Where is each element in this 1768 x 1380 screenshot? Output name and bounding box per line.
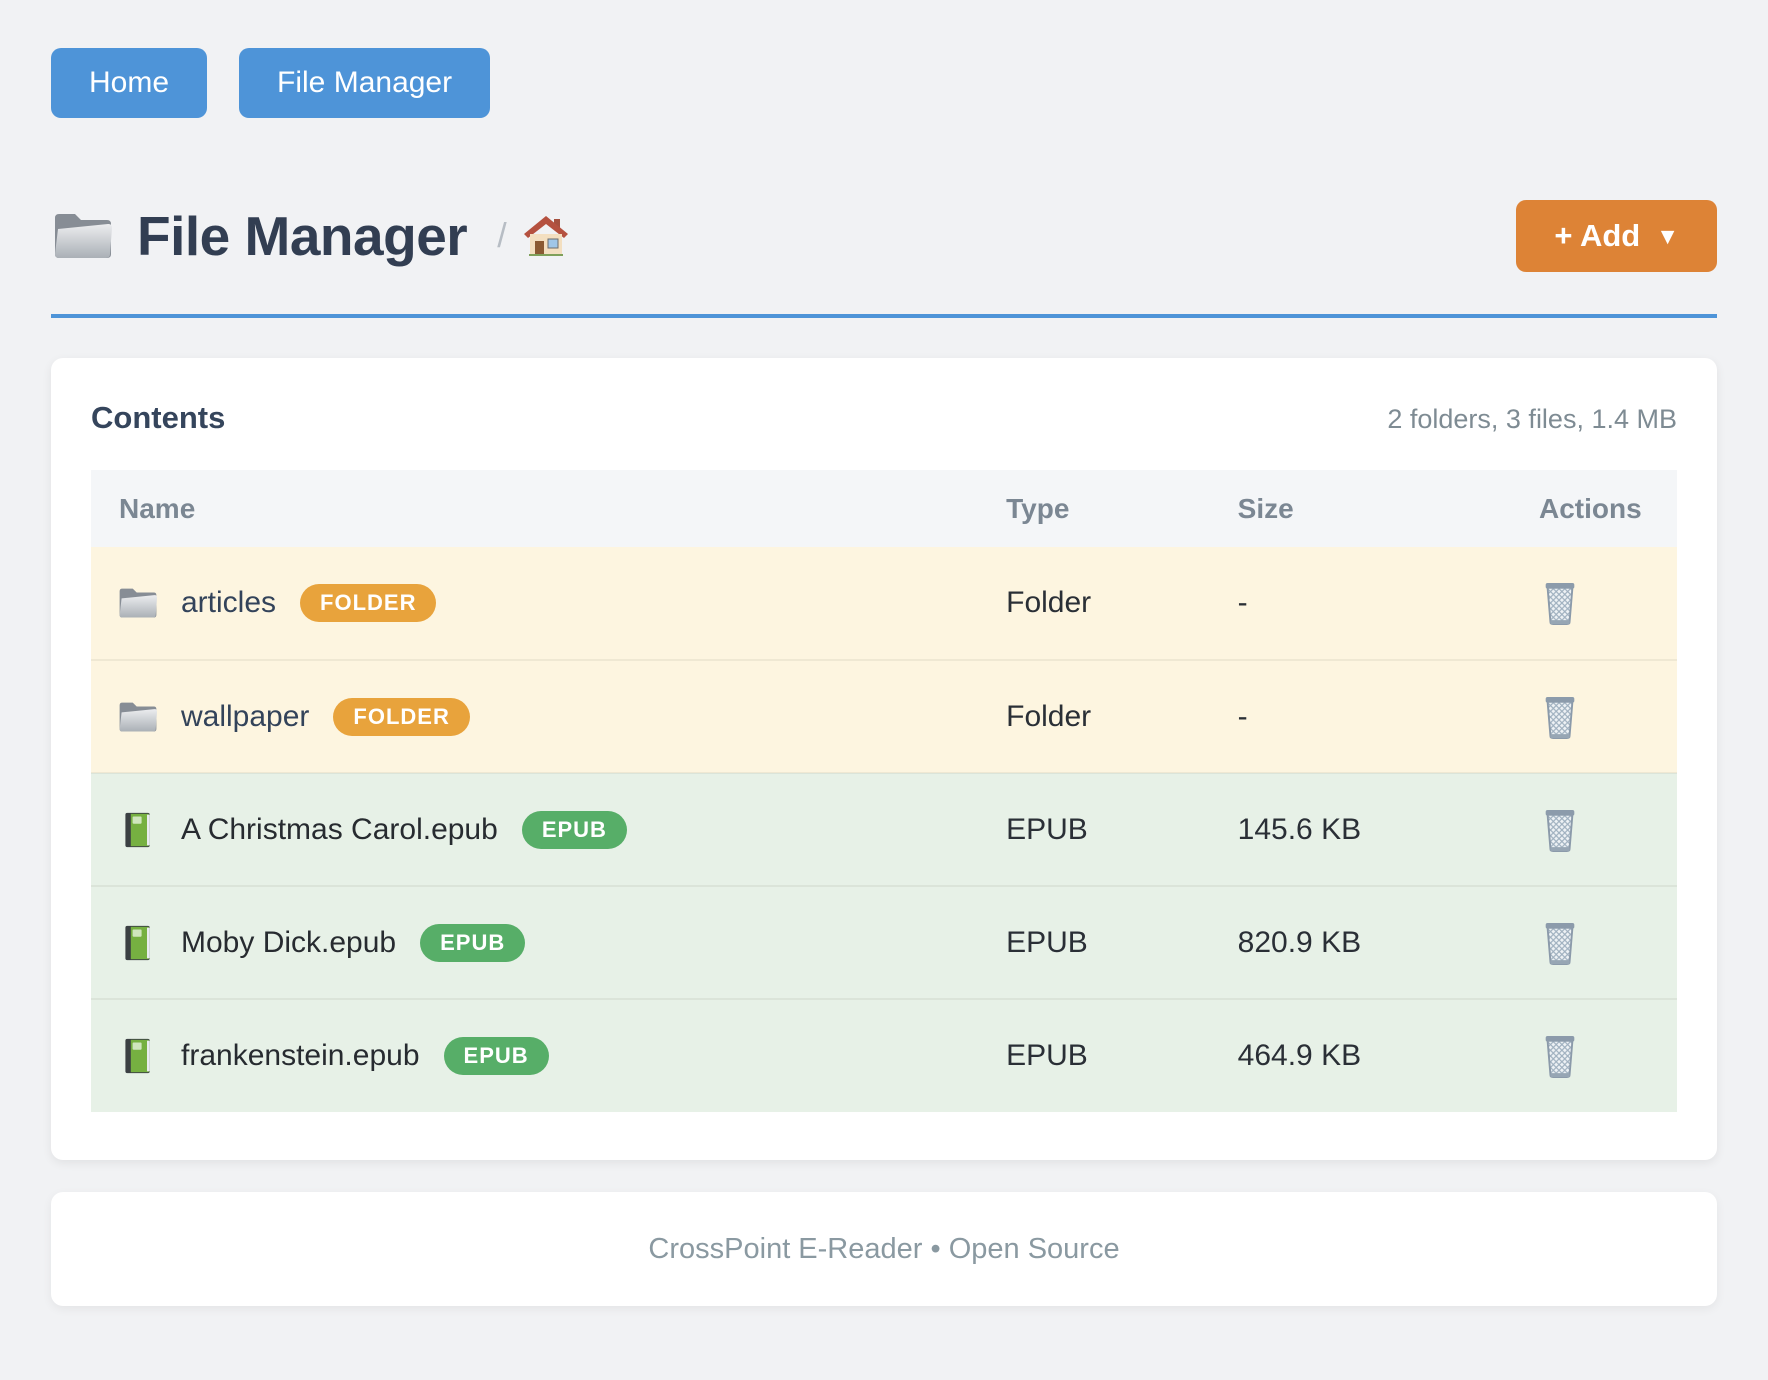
footer-text: CrossPoint E-Reader • Open Source bbox=[648, 1233, 1119, 1266]
table-row[interactable]: A Christmas Carol.epub EPUB EPUB 145.6 K… bbox=[91, 773, 1677, 886]
folder-icon bbox=[117, 585, 159, 621]
file-table: Name Type Size Actions bbox=[91, 470, 1677, 1112]
caret-down-icon: ▼ bbox=[1656, 223, 1679, 250]
file-type-badge: EPUB bbox=[522, 811, 627, 849]
column-header-name: Name bbox=[91, 470, 1006, 547]
file-size: - bbox=[1238, 547, 1539, 660]
delete-button[interactable] bbox=[1539, 920, 1581, 966]
column-header-type: Type bbox=[1006, 470, 1238, 547]
file-type-badge: EPUB bbox=[444, 1037, 549, 1075]
file-size: 820.9 KB bbox=[1238, 886, 1539, 999]
column-header-size: Size bbox=[1238, 470, 1539, 547]
contents-summary: 2 folders, 3 files, 1.4 MB bbox=[1387, 404, 1677, 435]
file-type: Folder bbox=[1006, 547, 1238, 660]
file-type-badge: EPUB bbox=[420, 924, 525, 962]
file-name-link[interactable]: Moby Dick.epub bbox=[181, 926, 396, 960]
table-row[interactable]: wallpaper FOLDER Folder - bbox=[91, 660, 1677, 773]
page: Home File Manager File Manager / bbox=[0, 0, 1768, 1306]
file-name-link[interactable]: frankenstein.epub bbox=[181, 1039, 420, 1073]
folder-icon bbox=[51, 209, 115, 263]
file-name-link[interactable]: A Christmas Carol.epub bbox=[181, 813, 498, 847]
file-type-badge: FOLDER bbox=[300, 584, 436, 622]
add-button-label: + Add bbox=[1554, 218, 1640, 254]
add-button[interactable]: + Add ▼ bbox=[1516, 200, 1717, 272]
delete-button[interactable] bbox=[1539, 807, 1581, 853]
delete-button[interactable] bbox=[1539, 580, 1581, 626]
column-header-actions: Actions bbox=[1539, 470, 1677, 547]
folder-icon bbox=[117, 699, 159, 735]
home-icon[interactable] bbox=[523, 215, 569, 257]
footer: CrossPoint E-Reader • Open Source bbox=[51, 1192, 1717, 1306]
file-type-badge: FOLDER bbox=[333, 698, 469, 736]
book-icon bbox=[117, 1038, 159, 1074]
page-title: File Manager bbox=[137, 204, 467, 268]
file-size: 464.9 KB bbox=[1238, 999, 1539, 1112]
file-type: EPUB bbox=[1006, 886, 1238, 999]
file-type: Folder bbox=[1006, 660, 1238, 773]
contents-header: Contents 2 folders, 3 files, 1.4 MB bbox=[91, 400, 1677, 436]
file-size: 145.6 KB bbox=[1238, 773, 1539, 886]
table-row[interactable]: articles FOLDER Folder - bbox=[91, 547, 1677, 660]
nav-home-button[interactable]: Home bbox=[51, 48, 207, 118]
title-group: File Manager / bbox=[51, 204, 569, 268]
file-name-link[interactable]: wallpaper bbox=[181, 700, 309, 734]
breadcrumb: / bbox=[497, 215, 568, 257]
page-header: File Manager / + Add ▼ bbox=[51, 200, 1717, 318]
file-type: EPUB bbox=[1006, 773, 1238, 886]
breadcrumb-separator: / bbox=[497, 217, 506, 256]
file-name-link[interactable]: articles bbox=[181, 586, 276, 620]
file-size: - bbox=[1238, 660, 1539, 773]
file-type: EPUB bbox=[1006, 999, 1238, 1112]
nav-file-manager-button[interactable]: File Manager bbox=[239, 48, 490, 118]
table-row[interactable]: frankenstein.epub EPUB EPUB 464.9 KB bbox=[91, 999, 1677, 1112]
top-nav: Home File Manager bbox=[51, 48, 1717, 118]
book-icon bbox=[117, 925, 159, 961]
delete-button[interactable] bbox=[1539, 1033, 1581, 1079]
contents-heading: Contents bbox=[91, 400, 225, 436]
book-icon bbox=[117, 812, 159, 848]
delete-button[interactable] bbox=[1539, 694, 1581, 740]
table-header-row: Name Type Size Actions bbox=[91, 470, 1677, 547]
contents-card: Contents 2 folders, 3 files, 1.4 MB Name… bbox=[51, 358, 1717, 1160]
table-row[interactable]: Moby Dick.epub EPUB EPUB 820.9 KB bbox=[91, 886, 1677, 999]
file-table-body: articles FOLDER Folder - bbox=[91, 547, 1677, 1112]
